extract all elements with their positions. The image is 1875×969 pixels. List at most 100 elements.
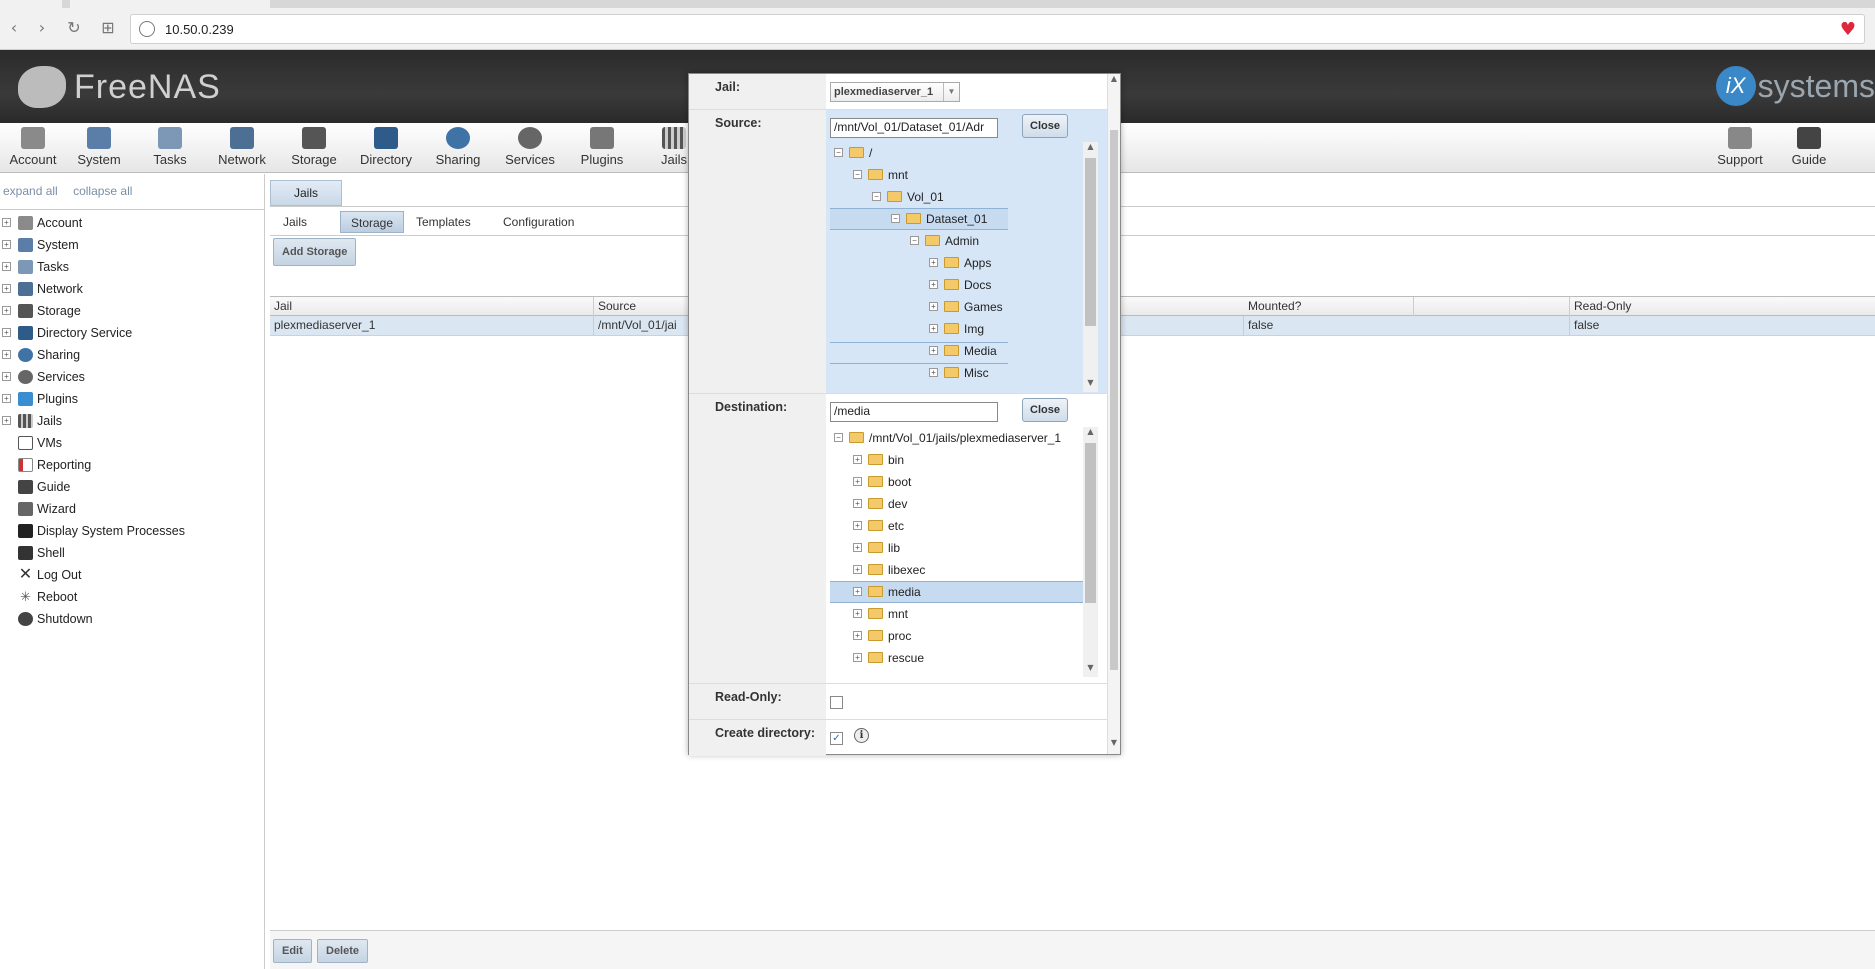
source-close-button[interactable]: Close — [1022, 114, 1068, 138]
collapse-icon[interactable]: − — [853, 170, 862, 179]
sidebar-item-network[interactable]: + Network — [0, 278, 264, 300]
scroll-up-icon[interactable]: ▲ — [1083, 142, 1098, 156]
reload-icon[interactable]: ↻ — [64, 18, 84, 38]
expand-icon[interactable]: + — [853, 455, 862, 464]
scroll-thumb[interactable] — [1085, 443, 1096, 603]
expand-icon[interactable]: + — [2, 416, 11, 425]
toolbar-account[interactable]: Account — [0, 127, 66, 167]
expand-icon[interactable]: + — [2, 328, 11, 337]
subtab-storage[interactable]: Storage — [340, 211, 405, 233]
toolbar-storage[interactable]: Storage — [281, 127, 347, 167]
expand-icon[interactable]: + — [929, 346, 938, 355]
expand-all-link[interactable]: expand all — [3, 184, 58, 198]
sidebar-item-services[interactable]: + Services — [0, 366, 264, 388]
expand-icon[interactable]: + — [929, 324, 938, 333]
sidebar-item-shutdown[interactable]: Shutdown — [0, 608, 264, 630]
expand-icon[interactable]: + — [2, 394, 11, 403]
subtab-jails[interactable]: Jails — [273, 211, 317, 233]
source-tree-scrollbar[interactable]: ▲ ▼ — [1083, 142, 1098, 392]
destination-close-button[interactable]: Close — [1022, 398, 1068, 422]
sidebar-item-display-system-processes[interactable]: Display System Processes — [0, 520, 264, 542]
sidebar-item-jails[interactable]: + Jails — [0, 410, 264, 432]
collapse-icon[interactable]: − — [834, 433, 843, 442]
sidebar-item-sharing[interactable]: + Sharing — [0, 344, 264, 366]
sidebar-item-log-out[interactable]: ✕ Log Out — [0, 564, 264, 586]
source-path-input[interactable]: /mnt/Vol_01/Dataset_01/Adr — [830, 118, 998, 138]
create-directory-checkbox[interactable]: ✓ — [830, 732, 843, 745]
toolbar-tasks[interactable]: Tasks — [137, 127, 203, 167]
toolbar-guide[interactable]: Guide — [1776, 127, 1842, 167]
expand-icon[interactable]: + — [853, 499, 862, 508]
scroll-thumb[interactable] — [1085, 158, 1096, 326]
sidebar-item-reboot[interactable]: ✳ Reboot — [0, 586, 264, 608]
collapse-icon[interactable]: − — [891, 214, 900, 223]
address-bar[interactable]: 10.50.0.239 ♥ — [130, 14, 1865, 44]
toolbar-services[interactable]: Services — [497, 127, 563, 167]
expand-icon[interactable]: + — [853, 521, 862, 530]
expand-icon[interactable]: + — [929, 302, 938, 311]
expand-icon[interactable]: + — [853, 653, 862, 662]
toolbar-system[interactable]: System — [66, 127, 132, 167]
readonly-checkbox[interactable] — [830, 696, 843, 709]
tab-jails[interactable]: Jails — [270, 180, 342, 206]
scroll-down-icon[interactable]: ▼ — [1108, 738, 1120, 752]
sidebar-item-wizard[interactable]: Wizard — [0, 498, 264, 520]
scroll-thumb[interactable] — [1110, 130, 1118, 670]
expand-icon[interactable]: + — [929, 258, 938, 267]
column-header-readonly[interactable]: Read-Only — [1570, 297, 1875, 317]
toolbar-support[interactable]: Support — [1707, 127, 1773, 167]
info-icon[interactable]: i — [854, 728, 869, 743]
expand-icon[interactable]: + — [2, 240, 11, 249]
sidebar-item-storage[interactable]: + Storage — [0, 300, 264, 322]
forward-icon[interactable]: › — [32, 18, 52, 38]
expand-icon[interactable]: + — [853, 477, 862, 486]
scroll-up-icon[interactable]: ▲ — [1083, 427, 1098, 441]
subtab-templates[interactable]: Templates — [406, 211, 481, 233]
column-header-mounted[interactable]: Mounted? — [1244, 297, 1570, 317]
scroll-down-icon[interactable]: ▼ — [1083, 663, 1098, 677]
toolbar-sharing[interactable]: Sharing — [425, 127, 491, 167]
destination-path-input[interactable]: /media — [830, 402, 998, 422]
expand-icon[interactable]: + — [929, 368, 938, 377]
dialog-scrollbar[interactable]: ▲ ▼ — [1107, 74, 1120, 754]
sidebar-item-tasks[interactable]: + Tasks — [0, 256, 264, 278]
expand-icon[interactable]: + — [2, 284, 11, 293]
scroll-down-icon[interactable]: ▼ — [1083, 378, 1098, 392]
browser-tab-1[interactable] — [0, 0, 62, 8]
edit-button[interactable]: Edit — [273, 939, 312, 963]
collapse-icon[interactable]: − — [910, 236, 919, 245]
expand-icon[interactable]: + — [929, 280, 938, 289]
expand-icon[interactable]: + — [2, 306, 11, 315]
collapse-icon[interactable]: − — [834, 148, 843, 157]
sidebar-item-account[interactable]: + Account — [0, 212, 264, 234]
scroll-up-icon[interactable]: ▲ — [1108, 74, 1120, 88]
destination-tree-scrollbar[interactable]: ▲ ▼ — [1083, 427, 1098, 677]
delete-button[interactable]: Delete — [317, 939, 369, 963]
toolbar-plugins[interactable]: Plugins — [569, 127, 635, 167]
browser-tab-2[interactable] — [70, 0, 270, 8]
collapse-icon[interactable]: − — [872, 192, 881, 201]
toolbar-network[interactable]: Network — [209, 127, 275, 167]
heart-icon[interactable]: ♥ — [1840, 19, 1856, 40]
subtab-configuration[interactable]: Configuration — [493, 211, 584, 233]
chevron-down-icon[interactable]: ▼ — [943, 83, 959, 101]
jail-select[interactable]: plexmediaserver_1 ▼ — [830, 82, 960, 102]
tabs-grid-icon[interactable]: ⊞ — [98, 18, 118, 38]
add-storage-button[interactable]: Add Storage — [273, 238, 357, 266]
sidebar-item-system[interactable]: + System — [0, 234, 264, 256]
back-icon[interactable]: ‹ — [4, 18, 24, 38]
expand-icon[interactable]: + — [2, 350, 11, 359]
expand-icon[interactable]: + — [2, 372, 11, 381]
expand-icon[interactable]: + — [853, 609, 862, 618]
sidebar-item-directory-service[interactable]: + Directory Service — [0, 322, 264, 344]
sidebar-item-reporting[interactable]: Reporting — [0, 454, 264, 476]
expand-icon[interactable]: + — [2, 262, 11, 271]
expand-icon[interactable]: + — [853, 631, 862, 640]
expand-icon[interactable]: + — [853, 543, 862, 552]
expand-icon[interactable]: + — [853, 587, 862, 596]
sidebar-item-guide[interactable]: Guide — [0, 476, 264, 498]
expand-icon[interactable]: + — [2, 218, 11, 227]
collapse-all-link[interactable]: collapse all — [73, 184, 132, 198]
toolbar-directory[interactable]: Directory — [353, 127, 419, 167]
column-header-jail[interactable]: Jail — [270, 297, 594, 317]
